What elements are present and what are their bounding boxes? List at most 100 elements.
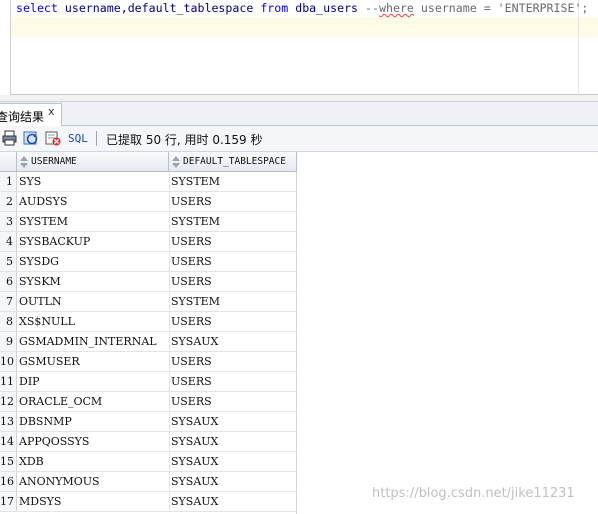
table-row[interactable]: 8 XS$NULL USERS bbox=[0, 312, 297, 332]
column-divider bbox=[169, 272, 170, 291]
cell-username[interactable]: GSMUSER bbox=[19, 352, 167, 371]
sql-comment-where: where bbox=[379, 1, 414, 15]
cell-default-tablespace[interactable]: USERS bbox=[171, 272, 295, 291]
table-row[interactable]: 11 DIP USERS bbox=[0, 372, 297, 392]
column-header-default-tablespace[interactable]: DEFAULT_TABLESPACE bbox=[169, 152, 297, 172]
table-row[interactable]: 12 ORACLE_OCM USERS bbox=[0, 392, 297, 412]
column-divider bbox=[169, 332, 170, 351]
table-row[interactable]: 2 AUDSYS USERS bbox=[0, 192, 297, 212]
cell-default-tablespace[interactable]: SYSAUX bbox=[171, 432, 295, 451]
sql-comment-dashes: -- bbox=[358, 1, 379, 15]
editor-gutter bbox=[0, 0, 11, 95]
column-divider bbox=[169, 192, 170, 211]
cell-default-tablespace[interactable]: USERS bbox=[171, 232, 295, 251]
column-divider bbox=[169, 412, 170, 431]
table-row[interactable]: 14 APPQOSSYS SYSAUX bbox=[0, 432, 297, 452]
row-number: 5 bbox=[0, 252, 17, 271]
column-divider bbox=[169, 392, 170, 411]
cell-default-tablespace[interactable]: USERS bbox=[171, 192, 295, 211]
row-number: 7 bbox=[0, 292, 17, 311]
table-row[interactable]: 15 XDB SYSAUX bbox=[0, 452, 297, 472]
cell-default-tablespace[interactable]: SYSAUX bbox=[171, 412, 295, 431]
sql-editor[interactable]: select username,default_tablespace from … bbox=[0, 0, 598, 95]
row-number: 13 bbox=[0, 412, 17, 431]
column-divider bbox=[169, 372, 170, 391]
cell-default-tablespace[interactable]: SYSAUX bbox=[171, 492, 295, 511]
cell-default-tablespace[interactable]: USERS bbox=[171, 372, 295, 391]
cell-default-tablespace[interactable]: SYSAUX bbox=[171, 332, 295, 351]
table-row[interactable]: 17 MDSYS SYSAUX bbox=[0, 492, 297, 512]
row-number: 11 bbox=[0, 372, 17, 391]
row-number: 12 bbox=[0, 392, 17, 411]
column-header-username[interactable]: USERNAME bbox=[17, 152, 169, 172]
table-row[interactable]: 9 GSMADMIN_INTERNAL SYSAUX bbox=[0, 332, 297, 352]
cell-default-tablespace[interactable]: USERS bbox=[171, 352, 295, 371]
cell-username[interactable]: SYSBACKUP bbox=[19, 232, 167, 251]
table-row[interactable]: 6 SYSKM USERS bbox=[0, 272, 297, 292]
row-number: 4 bbox=[0, 232, 17, 251]
cell-default-tablespace[interactable]: SYSTEM bbox=[171, 212, 295, 231]
column-header-username-label: USERNAME bbox=[31, 156, 77, 167]
cell-default-tablespace[interactable]: SYSAUX bbox=[171, 452, 295, 471]
cell-username[interactable]: OUTLN bbox=[19, 292, 167, 311]
sql-keyword-select: select bbox=[16, 1, 58, 15]
column-divider bbox=[169, 432, 170, 451]
row-number: 16 bbox=[0, 472, 17, 491]
refresh-icon[interactable] bbox=[23, 130, 39, 146]
row-number: 14 bbox=[0, 432, 17, 451]
row-number: 10 bbox=[0, 352, 17, 371]
cell-username[interactable]: AUDSYS bbox=[19, 192, 167, 211]
cell-username[interactable]: DIP bbox=[19, 372, 167, 391]
table-row[interactable]: 4 SYSBACKUP USERS bbox=[0, 232, 297, 252]
cell-username[interactable]: SYSDG bbox=[19, 252, 167, 271]
column-divider bbox=[169, 232, 170, 251]
tab-close-icon[interactable]: x bbox=[48, 105, 55, 118]
row-number: 6 bbox=[0, 272, 17, 291]
table-row[interactable]: 1 SYS SYSTEM bbox=[0, 172, 297, 192]
cell-username[interactable]: ANONYMOUS bbox=[19, 472, 167, 491]
column-divider bbox=[169, 312, 170, 331]
cell-username[interactable]: XDB bbox=[19, 452, 167, 471]
print-icon[interactable] bbox=[2, 130, 18, 146]
cell-default-tablespace[interactable]: USERS bbox=[171, 312, 295, 331]
cell-username[interactable]: DBSNMP bbox=[19, 412, 167, 431]
sql-statement[interactable]: select username,default_tablespace from … bbox=[16, 0, 592, 17]
row-number: 9 bbox=[0, 332, 17, 351]
table-row[interactable]: 10 GSMUSER USERS bbox=[0, 352, 297, 372]
results-toolbar: SQL 已提取 50 行, 用时 0.159 秒 bbox=[0, 126, 598, 152]
cell-username[interactable]: SYSTEM bbox=[19, 212, 167, 231]
current-line-highlight bbox=[12, 17, 598, 37]
table-row[interactable]: 16 ANONYMOUS SYSAUX bbox=[0, 472, 297, 492]
watermark: https://blog.csdn.net/jike11231 bbox=[372, 486, 575, 501]
cell-username[interactable]: XS$NULL bbox=[19, 312, 167, 331]
cell-username[interactable]: ORACLE_OCM bbox=[19, 392, 167, 411]
cell-default-tablespace[interactable]: SYSTEM bbox=[171, 172, 295, 191]
cell-default-tablespace[interactable]: SYSTEM bbox=[171, 292, 295, 311]
cell-username[interactable]: APPQOSSYS bbox=[19, 432, 167, 451]
cell-username[interactable]: SYS bbox=[19, 172, 167, 191]
column-divider bbox=[169, 252, 170, 271]
cell-username[interactable]: SYSKM bbox=[19, 272, 167, 291]
cell-default-tablespace[interactable]: USERS bbox=[171, 392, 295, 411]
column-divider bbox=[169, 452, 170, 471]
results-grid[interactable]: USERNAME DEFAULT_TABLESPACE 1 SYS SYSTEM 2 A… bbox=[0, 152, 297, 514]
row-number-header bbox=[0, 152, 17, 172]
table-row[interactable]: 7 OUTLN SYSTEM bbox=[0, 292, 297, 312]
table-row[interactable]: 13 DBSNMP SYSAUX bbox=[0, 412, 297, 432]
editor-results-splitter[interactable] bbox=[0, 95, 598, 102]
sql-button[interactable]: SQL bbox=[68, 132, 88, 145]
sort-icon bbox=[20, 156, 28, 168]
row-number: 2 bbox=[0, 192, 17, 211]
table-row[interactable]: 5 SYSDG USERS bbox=[0, 252, 297, 272]
cell-default-tablespace[interactable]: SYSAUX bbox=[171, 472, 295, 491]
cancel-icon[interactable] bbox=[45, 130, 61, 146]
grid-header: USERNAME DEFAULT_TABLESPACE bbox=[0, 152, 297, 172]
row-number: 1 bbox=[0, 172, 17, 191]
cell-username[interactable]: MDSYS bbox=[19, 492, 167, 511]
cell-default-tablespace[interactable]: USERS bbox=[171, 252, 295, 271]
cell-username[interactable]: GSMADMIN_INTERNAL bbox=[19, 332, 167, 351]
toolbar-separator bbox=[96, 131, 97, 146]
table-row[interactable]: 3 SYSTEM SYSTEM bbox=[0, 212, 297, 232]
tab-query-results[interactable]: 查询结果 x bbox=[0, 103, 62, 126]
tab-query-results-label: 查询结果 bbox=[0, 110, 45, 124]
